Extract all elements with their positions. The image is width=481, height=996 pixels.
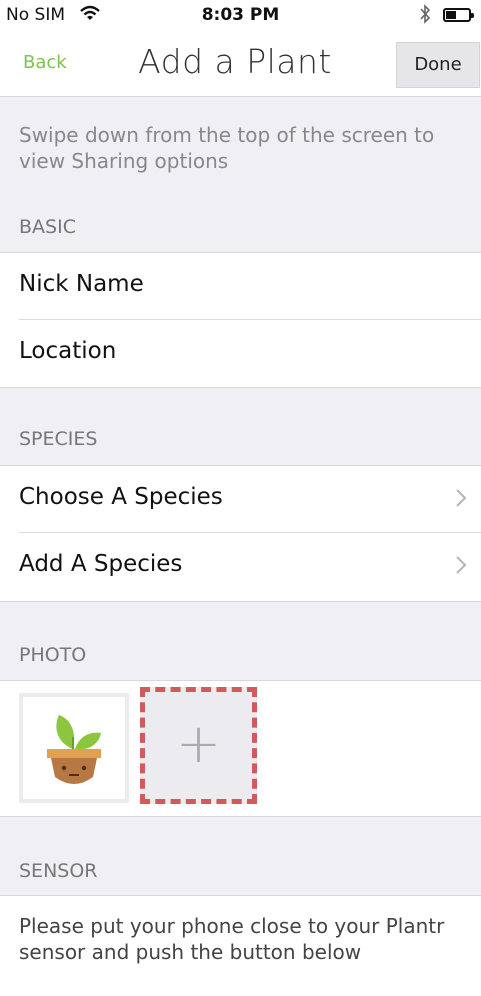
plant-photo-thumbnail[interactable] [19, 693, 129, 803]
choose-species-label: Choose A Species [19, 484, 223, 510]
navigation-bar: Back Add a Plant Done [0, 32, 481, 97]
bluetooth-icon [418, 3, 432, 30]
location-label: Location [19, 338, 117, 364]
battery-icon [443, 8, 474, 22]
section-header-photo: PHOTO [19, 644, 87, 666]
plant-pot-icon [47, 715, 101, 784]
add-photo-button[interactable]: + [140, 687, 257, 804]
photo-group: + [0, 680, 481, 817]
add-species-row[interactable]: Add A Species [0, 533, 481, 600]
location-field[interactable]: Location [0, 320, 481, 387]
section-header-basic: BASIC [19, 216, 76, 238]
sensor-instructions: Please put your phone close to your Plan… [19, 914, 445, 964]
choose-species-row[interactable]: Choose A Species [0, 466, 481, 533]
battery-fill [446, 11, 456, 19]
section-header-sensor: SENSOR [19, 860, 98, 882]
plus-icon: + [175, 712, 222, 775]
nick-name-field[interactable]: Nick Name [0, 253, 481, 320]
basic-group: Nick Name Location [0, 252, 481, 388]
section-header-species: SPECIES [19, 428, 98, 450]
status-bar: No SIM 8:03 PM [0, 0, 481, 32]
add-species-label: Add A Species [19, 551, 183, 577]
nick-name-label: Nick Name [19, 271, 144, 297]
clock: 8:03 PM [201, 5, 280, 25]
chevron-right-icon [455, 488, 467, 508]
done-button[interactable]: Done [396, 42, 480, 88]
species-group: Choose A Species Add A Species [0, 465, 481, 602]
sharing-hint: Swipe down from the top of the screen to… [19, 123, 435, 173]
chevron-right-icon [455, 555, 467, 575]
